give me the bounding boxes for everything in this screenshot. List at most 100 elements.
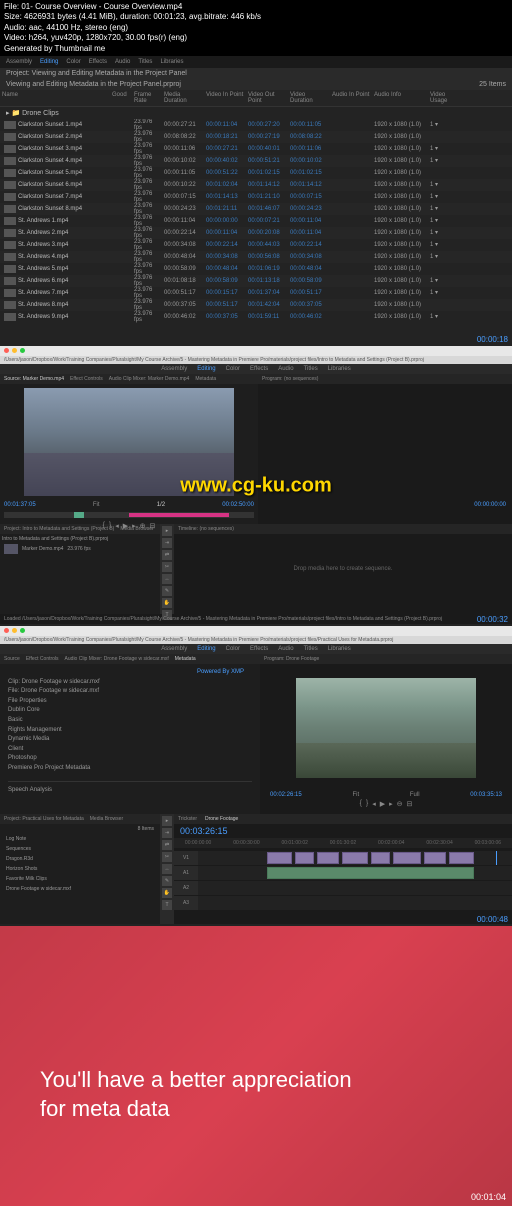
workspace-tab[interactable]: Audio (278, 646, 293, 652)
workspace-tab[interactable]: Libraries (328, 366, 351, 372)
workspace-tab[interactable]: Titles (304, 646, 318, 652)
source-tab[interactable]: Source: Marker Demo.mp4 (4, 376, 64, 382)
table-row[interactable]: St. Andrews 1.mp423.976 fps00:00:11:0400… (0, 215, 512, 227)
track-label[interactable]: A3 (174, 896, 198, 910)
workspace-tab[interactable]: Color (226, 366, 240, 372)
pen-tool-icon[interactable]: ✎ (162, 876, 172, 886)
hand-tool-icon[interactable]: ✋ (162, 888, 172, 898)
meta-row[interactable]: Dynamic Media (8, 735, 252, 745)
workspace-tab[interactable]: Editing (197, 646, 215, 652)
table-row[interactable]: Clarkston Sunset 7.mp423.976 fps00:00:07… (0, 191, 512, 203)
table-row[interactable]: St. Andrews 8.mp423.976 fps00:00:37:0500… (0, 299, 512, 311)
razor-tool-icon[interactable]: ✂ (162, 562, 172, 572)
workspace-tab[interactable]: Libraries (328, 646, 351, 652)
step-back-icon[interactable]: ◂ (372, 800, 376, 808)
project-tab[interactable]: Media Browser (90, 814, 123, 824)
close-icon[interactable] (4, 628, 9, 633)
workspace-tab[interactable]: Audio (278, 366, 293, 372)
ripple-tool-icon[interactable]: ⇄ (162, 840, 172, 850)
project-item[interactable]: Sequences (0, 844, 160, 854)
meta-row[interactable]: Dublin Core (8, 706, 252, 716)
workspace-tab[interactable]: Audio (115, 59, 130, 65)
slip-tool-icon[interactable]: ↔ (162, 574, 172, 584)
resolution-dropdown[interactable]: Full (410, 792, 420, 798)
meta-row[interactable]: Premiere Pro Project Metadata (8, 764, 252, 774)
col-audio-info[interactable]: Audio Info (372, 92, 428, 104)
video-clip[interactable] (295, 852, 314, 864)
track-label[interactable]: A2 (174, 881, 198, 895)
maximize-icon[interactable] (20, 348, 25, 353)
video-clip[interactable] (371, 852, 390, 864)
fit-dropdown[interactable]: Fit (352, 792, 359, 798)
step-forward-icon[interactable]: ▸ (132, 522, 136, 530)
project-item[interactable]: Horizon Shots (0, 864, 160, 874)
meta-tab[interactable]: Audio Clip Mixer: Drone Footage w sideca… (65, 656, 169, 662)
type-tool-icon[interactable]: T (162, 900, 172, 910)
project-tab[interactable]: Project: Practical Uses for Metadata (4, 814, 84, 824)
meta-row[interactable]: File: Drone Footage w sidecar.mxf (8, 687, 252, 697)
folder-row[interactable]: ▸ 📁 Drone Clips (0, 107, 512, 119)
step-forward-icon[interactable]: ▸ (389, 800, 393, 808)
maximize-icon[interactable] (20, 628, 25, 633)
project-item[interactable]: Dragon.R3d (0, 854, 160, 864)
play-icon[interactable]: ▶ (123, 522, 128, 530)
playhead[interactable] (496, 851, 497, 865)
speech-analysis-section[interactable]: Speech Analysis (8, 781, 252, 796)
table-row[interactable]: Clarkston Sunset 6.mp423.976 fps00:00:10… (0, 179, 512, 191)
table-row[interactable]: St. Andrews 7.mp423.976 fps00:00:51:1700… (0, 287, 512, 299)
meta-tab[interactable]: Effect Controls (26, 656, 59, 662)
timeline-tracks[interactable]: V1 A1 A2 A3 (174, 848, 512, 913)
track-select-tool-icon[interactable]: ⇥ (162, 828, 172, 838)
col-framerate[interactable]: Frame Rate (132, 92, 162, 104)
mark-in-icon[interactable]: { (360, 800, 362, 808)
track-label[interactable]: A1 (174, 866, 198, 880)
meta-row[interactable]: Rights Management (8, 726, 252, 736)
meta-row[interactable]: Clip: Drone Footage w sidecar.mxf (8, 678, 252, 688)
workspace-tab[interactable]: Effects (250, 646, 268, 652)
table-row[interactable]: Clarkston Sunset 8.mp423.976 fps00:00:24… (0, 203, 512, 215)
table-row[interactable]: St. Andrews 3.mp423.976 fps00:00:34:0800… (0, 239, 512, 251)
hand-tool-icon[interactable]: ✋ (162, 598, 172, 608)
source-tab[interactable]: Metadata (195, 376, 216, 382)
workspace-tab[interactable]: Editing (40, 59, 58, 65)
step-back-icon[interactable]: ◂ (115, 522, 119, 530)
timeline-ruler[interactable]: 00:00:00:00 00:00:30:00 00:01:00:02 00:0… (174, 838, 512, 848)
meta-row[interactable]: Basic (8, 716, 252, 726)
workspace-tab[interactable]: Libraries (160, 59, 183, 65)
audio-clip[interactable] (267, 867, 474, 879)
col-media-duration[interactable]: Media Duration (162, 92, 204, 104)
workspace-tab[interactable]: Assembly (6, 59, 32, 65)
video-clip[interactable] (342, 852, 367, 864)
col-video-duration[interactable]: Video Duration (288, 92, 330, 104)
workspace-tab[interactable]: Color (226, 646, 240, 652)
table-row[interactable]: Clarkston Sunset 1.mp423.976 fps00:00:27… (0, 119, 512, 131)
project-item[interactable]: Drone Footage w sidecar.mxf (0, 884, 160, 894)
program-video-preview[interactable] (296, 678, 476, 778)
video-clip[interactable] (393, 852, 421, 864)
project-item[interactable]: Marker Demo.mp4 23.976 fps (2, 542, 158, 556)
pen-tool-icon[interactable]: ✎ (162, 586, 172, 596)
track-select-tool-icon[interactable]: ⇥ (162, 538, 172, 548)
table-row[interactable]: St. Andrews 4.mp423.976 fps00:00:48:0400… (0, 251, 512, 263)
ripple-tool-icon[interactable]: ⇄ (162, 550, 172, 560)
meta-tab[interactable]: Source (4, 656, 20, 662)
lift-icon[interactable]: ⊖ (397, 800, 403, 808)
selection-tool-icon[interactable]: ▸ (162, 816, 172, 826)
source-scrubber[interactable] (4, 512, 254, 518)
minimize-icon[interactable] (12, 348, 17, 353)
table-row[interactable]: Clarkston Sunset 4.mp423.976 fps00:00:10… (0, 155, 512, 167)
table-row[interactable]: Clarkston Sunset 3.mp423.976 fps00:00:11… (0, 143, 512, 155)
col-video-in[interactable]: Video In Point (204, 92, 246, 104)
meta-tab[interactable]: Metadata (175, 656, 196, 662)
workspace-tab[interactable]: Assembly (161, 366, 187, 372)
table-row[interactable]: St. Andrews 5.mp423.976 fps00:00:58:0900… (0, 263, 512, 275)
timeline-panel[interactable]: Timeline: (no sequences) Drop media here… (174, 524, 512, 614)
source-tab[interactable]: Effect Controls (70, 376, 103, 382)
col-audio-in[interactable]: Audio In Point (330, 92, 372, 104)
timeline-playhead-tc[interactable]: 00:03:26:15 (174, 824, 512, 838)
workspace-tab[interactable]: Effects (89, 59, 107, 65)
mark-out-icon[interactable]: } (109, 522, 111, 530)
workspace-tab[interactable]: Titles (138, 59, 152, 65)
workspace-tab[interactable]: Effects (250, 366, 268, 372)
col-video-usage[interactable]: Video Usage (428, 92, 456, 104)
